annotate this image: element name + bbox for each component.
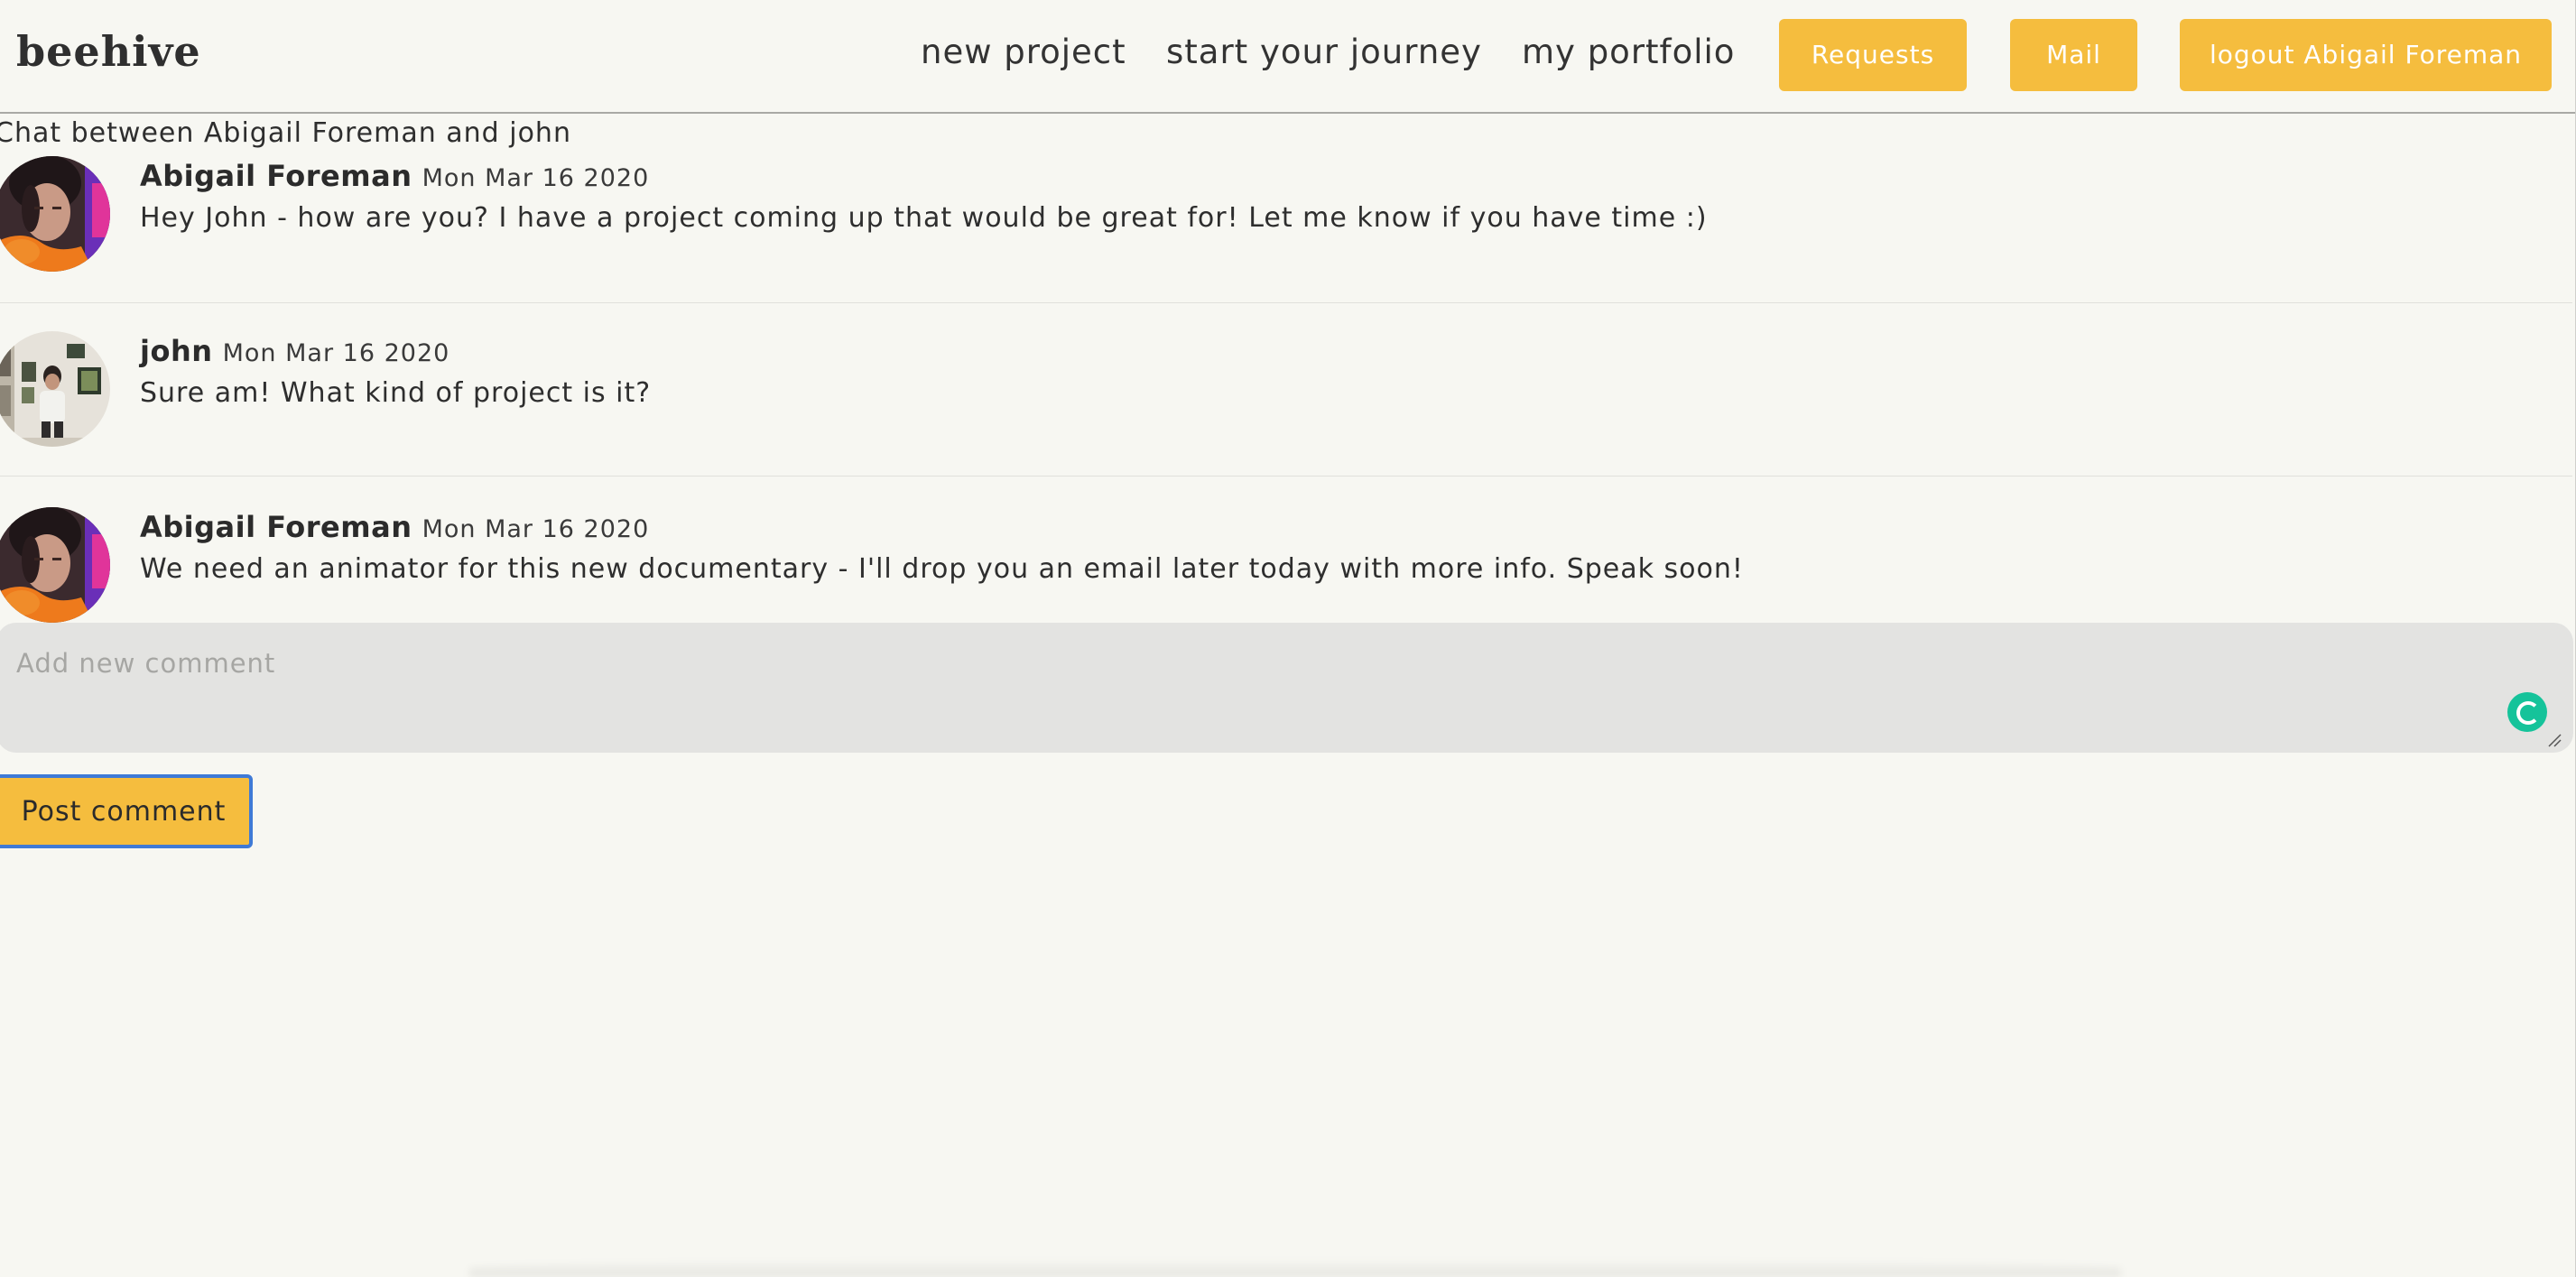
grammarly-icon[interactable]	[2507, 692, 2547, 732]
comment-input[interactable]	[0, 623, 2573, 753]
chat-title: Chat between Abigail Foreman and john	[0, 117, 571, 149]
chat-message: Abigail Foreman Mon Mar 16 2020 We need …	[0, 504, 2572, 623]
abigail-avatar-image	[0, 156, 110, 272]
message-author: Abigail Foreman	[140, 510, 412, 544]
message-date: Mon Mar 16 2020	[222, 339, 450, 367]
requests-button[interactable]: Requests	[1779, 19, 1967, 91]
message-text: Hey John - how are you? I have a project…	[140, 202, 1708, 234]
message-date: Mon Mar 16 2020	[422, 515, 650, 543]
beehive-logo[interactable]: beehive	[16, 27, 201, 76]
mail-button[interactable]: Mail	[2010, 19, 2137, 91]
john-avatar	[0, 331, 110, 447]
chat-message: Abigail Foreman Mon Mar 16 2020 Hey John…	[0, 153, 2572, 303]
abigail-avatar-image	[0, 507, 110, 623]
top-navbar: beehive new project start your journey m…	[0, 0, 2576, 114]
chat-page: beehive new project start your journey m…	[0, 0, 2576, 1277]
message-text: Sure am! What kind of project is it?	[140, 377, 652, 409]
bottom-shadow	[469, 1259, 2121, 1277]
message-text: We need an animator for this new documen…	[140, 553, 1744, 585]
abigail-avatar	[0, 507, 110, 623]
post-comment-button[interactable]: Post comment	[0, 774, 253, 848]
message-date: Mon Mar 16 2020	[422, 164, 650, 192]
nav-new-project-link[interactable]: new project	[921, 32, 1126, 71]
nav-my-portfolio-link[interactable]: my portfolio	[1522, 32, 1735, 71]
resize-handle-icon[interactable]	[2547, 733, 2562, 747]
message-author: john	[140, 334, 213, 368]
message-header: Abigail Foreman Mon Mar 16 2020	[140, 159, 649, 193]
message-header: john Mon Mar 16 2020	[140, 334, 449, 368]
message-author: Abigail Foreman	[140, 159, 412, 193]
abigail-avatar	[0, 156, 110, 272]
chat-message: john Mon Mar 16 2020 Sure am! What kind …	[0, 329, 2572, 477]
nav-start-journey-link[interactable]: start your journey	[1166, 32, 1482, 71]
comment-box	[0, 623, 2573, 753]
message-header: Abigail Foreman Mon Mar 16 2020	[140, 510, 649, 544]
logout-button[interactable]: logout Abigail Foreman	[2180, 19, 2552, 91]
john-avatar-image	[0, 331, 110, 447]
